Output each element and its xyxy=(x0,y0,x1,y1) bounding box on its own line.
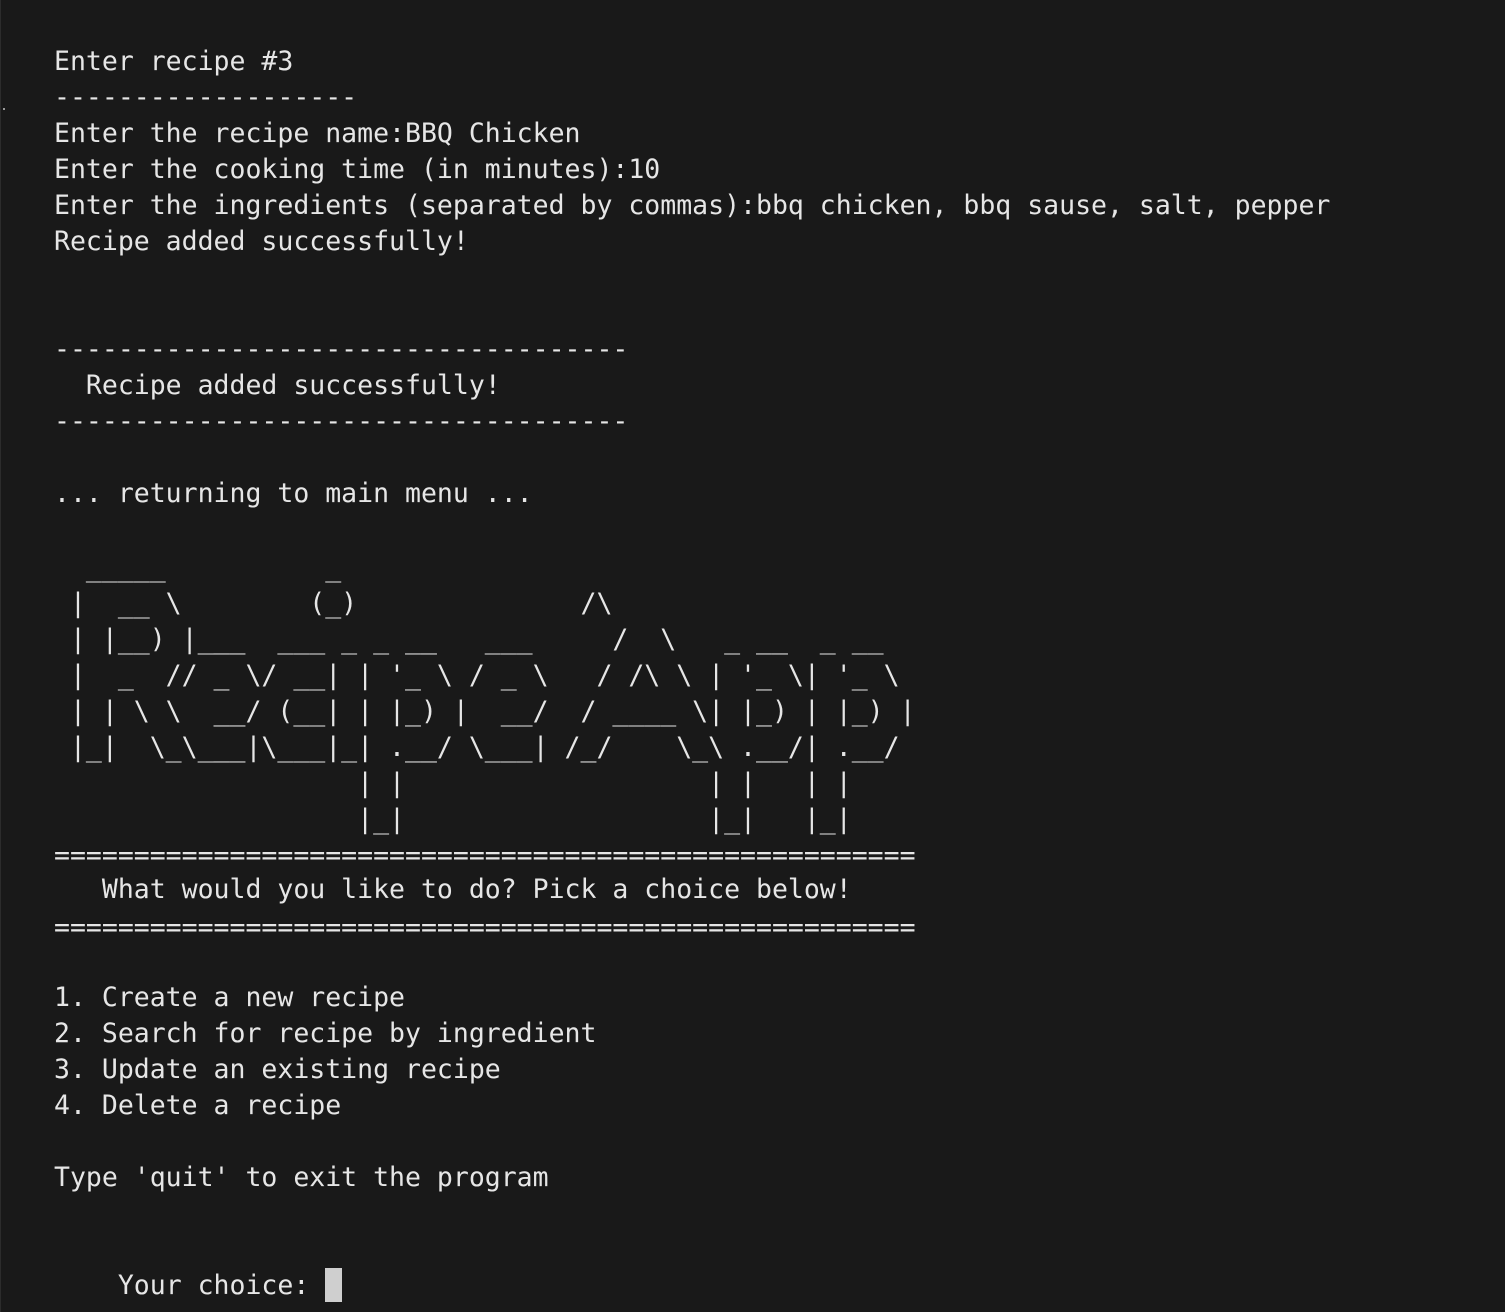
logo-line-8: |_| |_| |_| xyxy=(54,804,852,835)
recipe-heading: Enter recipe #3 xyxy=(54,46,294,77)
terminal-window: Enter recipe #3 ------------------- Ente… xyxy=(0,0,1505,1312)
logo-line-7: | | | | | | xyxy=(54,768,852,799)
recipe-added-message: Recipe added successfully! xyxy=(54,226,469,257)
menu-item-create: 1. Create a new recipe xyxy=(54,982,405,1013)
ingredients-prompt: Enter the ingredients (separated by comm… xyxy=(54,190,1331,221)
choice-input-line[interactable]: Your choice: xyxy=(54,1232,343,1302)
menu-item-delete: 4. Delete a recipe xyxy=(54,1090,342,1121)
banner-message: Recipe added successfully! xyxy=(54,370,501,401)
logo-line-4: | _ // _ \/ __| | '_ \ / _ \ / /\ \ | '_… xyxy=(54,660,900,691)
cooking-time-prompt: Enter the cooking time (in minutes):10 xyxy=(54,154,661,185)
logo-line-2: | __ \ (_) /\ xyxy=(54,588,613,619)
choice-label: Your choice: xyxy=(117,1270,326,1301)
banner-bottom-rule: ------------------------------------ xyxy=(54,406,629,437)
heading-rule: ------------------- xyxy=(54,82,358,113)
logo-line-1: _____ _ xyxy=(54,552,342,583)
text-cursor[interactable] xyxy=(325,1268,343,1302)
logo-line-5: | | \ \ __/ (__| | |_) | __/ / ____ \| |… xyxy=(54,696,916,727)
logo-line-6: |_| \_\___|\___|_| .__/ \___| /_/ \_\ ._… xyxy=(54,732,900,763)
gutter-marker xyxy=(3,108,5,110)
returning-message: ... returning to main menu ... xyxy=(54,478,533,509)
recipe-name-prompt: Enter the recipe name:BBQ Chicken xyxy=(54,118,581,149)
menu-item-search: 2. Search for recipe by ingredient xyxy=(54,1018,597,1049)
menu-prompt: What would you like to do? Pick a choice… xyxy=(54,874,852,905)
logo-line-3: | |__) |___ ___ _ _ __ ___ / \ _ __ _ __ xyxy=(54,624,884,655)
banner-top-rule: ------------------------------------ xyxy=(54,334,629,365)
menu-bottom-rule: ========================================… xyxy=(54,912,916,943)
quit-hint: Type 'quit' to exit the program xyxy=(54,1162,549,1193)
menu-item-update: 3. Update an existing recipe xyxy=(54,1054,501,1085)
menu-top-rule: ========================================… xyxy=(54,840,916,871)
